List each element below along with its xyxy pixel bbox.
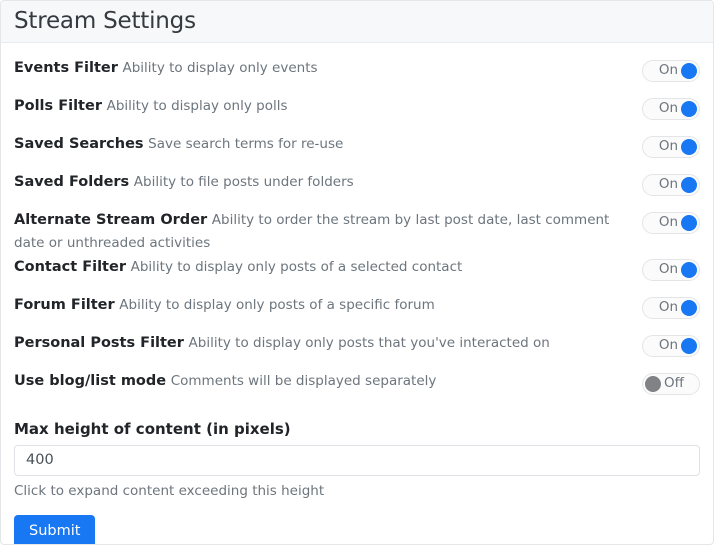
setting-row: Saved Searches Save search terms for re-…: [14, 132, 700, 170]
setting-row: Personal Posts Filter Ability to display…: [14, 331, 700, 369]
toggle-state-label: On: [651, 263, 681, 277]
max-height-input[interactable]: [14, 445, 700, 476]
setting-description: Comments will be displayed separately: [171, 373, 437, 389]
setting-description: Save search terms for re-use: [148, 136, 343, 152]
setting-label: Events Filter: [14, 60, 118, 76]
setting-label: Polls Filter: [14, 98, 102, 114]
setting-text: Contact Filter Ability to display only p…: [14, 256, 642, 279]
setting-row: Saved Folders Ability to file posts unde…: [14, 170, 700, 208]
toggle-knob-icon: [681, 139, 697, 155]
setting-description: Ability to display only events: [123, 60, 318, 76]
setting-description: Ability to display only posts of a selec…: [131, 259, 463, 275]
max-height-field-group: Max height of content (in pixels) Click …: [14, 420, 700, 545]
setting-toggle[interactable]: On: [642, 98, 700, 120]
toggle-state-label: On: [651, 178, 681, 192]
setting-row: Events Filter Ability to display only ev…: [14, 56, 700, 94]
max-height-label: Max height of content (in pixels): [14, 420, 700, 438]
setting-text: Forum Filter Ability to display only pos…: [14, 294, 642, 317]
toggle-state-label: On: [651, 339, 681, 353]
stream-settings-card: Stream Settings Events Filter Ability to…: [0, 0, 714, 545]
setting-toggle[interactable]: On: [642, 297, 700, 319]
max-height-help-text: Click to expand content exceeding this h…: [14, 483, 700, 499]
setting-text: Events Filter Ability to display only ev…: [14, 57, 642, 80]
toggle-knob-icon: [645, 376, 661, 392]
setting-toggle[interactable]: On: [642, 174, 700, 196]
setting-label: Alternate Stream Order: [14, 212, 207, 228]
setting-row: Contact Filter Ability to display only p…: [14, 255, 700, 293]
setting-toggle[interactable]: On: [642, 212, 700, 234]
setting-label: Saved Folders: [14, 174, 129, 190]
setting-description: Ability to file posts under folders: [134, 174, 354, 190]
setting-toggle[interactable]: On: [642, 60, 700, 82]
setting-text: Saved Folders Ability to file posts unde…: [14, 171, 642, 194]
setting-text: Polls Filter Ability to display only pol…: [14, 95, 642, 118]
setting-label: Forum Filter: [14, 297, 115, 313]
setting-description: Ability to display only posts that you'v…: [189, 335, 550, 351]
toggle-state-label: On: [651, 64, 681, 78]
setting-description: Ability to display only polls: [107, 98, 288, 114]
setting-label: Personal Posts Filter: [14, 335, 184, 351]
setting-toggle[interactable]: Off: [642, 373, 700, 395]
setting-label: Saved Searches: [14, 136, 144, 152]
settings-list: Events Filter Ability to display only ev…: [14, 56, 700, 407]
toggle-knob-icon: [681, 338, 697, 354]
setting-text: Personal Posts Filter Ability to display…: [14, 332, 642, 355]
submit-button[interactable]: Submit: [14, 515, 95, 545]
setting-label: Contact Filter: [14, 259, 126, 275]
setting-text: Alternate Stream Order Ability to order …: [14, 209, 642, 255]
card-body: Events Filter Ability to display only ev…: [1, 43, 713, 545]
setting-description: Ability to display only posts of a speci…: [119, 297, 434, 313]
setting-toggle[interactable]: On: [642, 259, 700, 281]
setting-text: Use blog/list mode Comments will be disp…: [14, 370, 642, 393]
setting-toggle[interactable]: On: [642, 136, 700, 158]
setting-row: Polls Filter Ability to display only pol…: [14, 94, 700, 132]
toggle-state-label: Off: [661, 377, 692, 391]
toggle-knob-icon: [681, 63, 697, 79]
setting-row: Alternate Stream Order Ability to order …: [14, 208, 700, 255]
toggle-knob-icon: [681, 177, 697, 193]
setting-row: Use blog/list mode Comments will be disp…: [14, 369, 700, 407]
page-title: Stream Settings: [14, 10, 196, 33]
card-header: Stream Settings: [1, 1, 713, 43]
toggle-state-label: On: [651, 140, 681, 154]
toggle-knob-icon: [681, 300, 697, 316]
setting-label: Use blog/list mode: [14, 373, 166, 389]
toggle-knob-icon: [681, 262, 697, 278]
toggle-state-label: On: [651, 216, 681, 230]
setting-row: Forum Filter Ability to display only pos…: [14, 293, 700, 331]
setting-toggle[interactable]: On: [642, 335, 700, 357]
setting-text: Saved Searches Save search terms for re-…: [14, 133, 642, 156]
toggle-knob-icon: [681, 101, 697, 117]
toggle-state-label: On: [651, 301, 681, 315]
toggle-state-label: On: [651, 102, 681, 116]
toggle-knob-icon: [681, 215, 697, 231]
